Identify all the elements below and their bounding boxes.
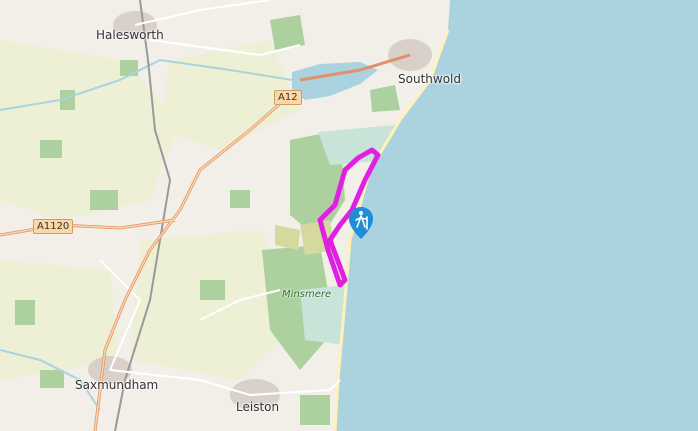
hiking-marker[interactable]: [349, 207, 373, 239]
town-label-southwold: Southwold: [398, 72, 461, 86]
hiking-icon: [349, 207, 373, 239]
map-canvas[interactable]: Halesworth Southwold Saxmundham Leiston …: [0, 0, 698, 431]
area-label-minsmere: Minsmere: [282, 289, 332, 300]
town-label-halesworth: Halesworth: [96, 28, 164, 42]
road-shield-a1120: A1120: [33, 219, 74, 234]
town-label-leiston: Leiston: [236, 400, 280, 414]
town-label-saxmundham: Saxmundham: [75, 378, 159, 392]
road-shield-a12: A12: [274, 90, 302, 105]
